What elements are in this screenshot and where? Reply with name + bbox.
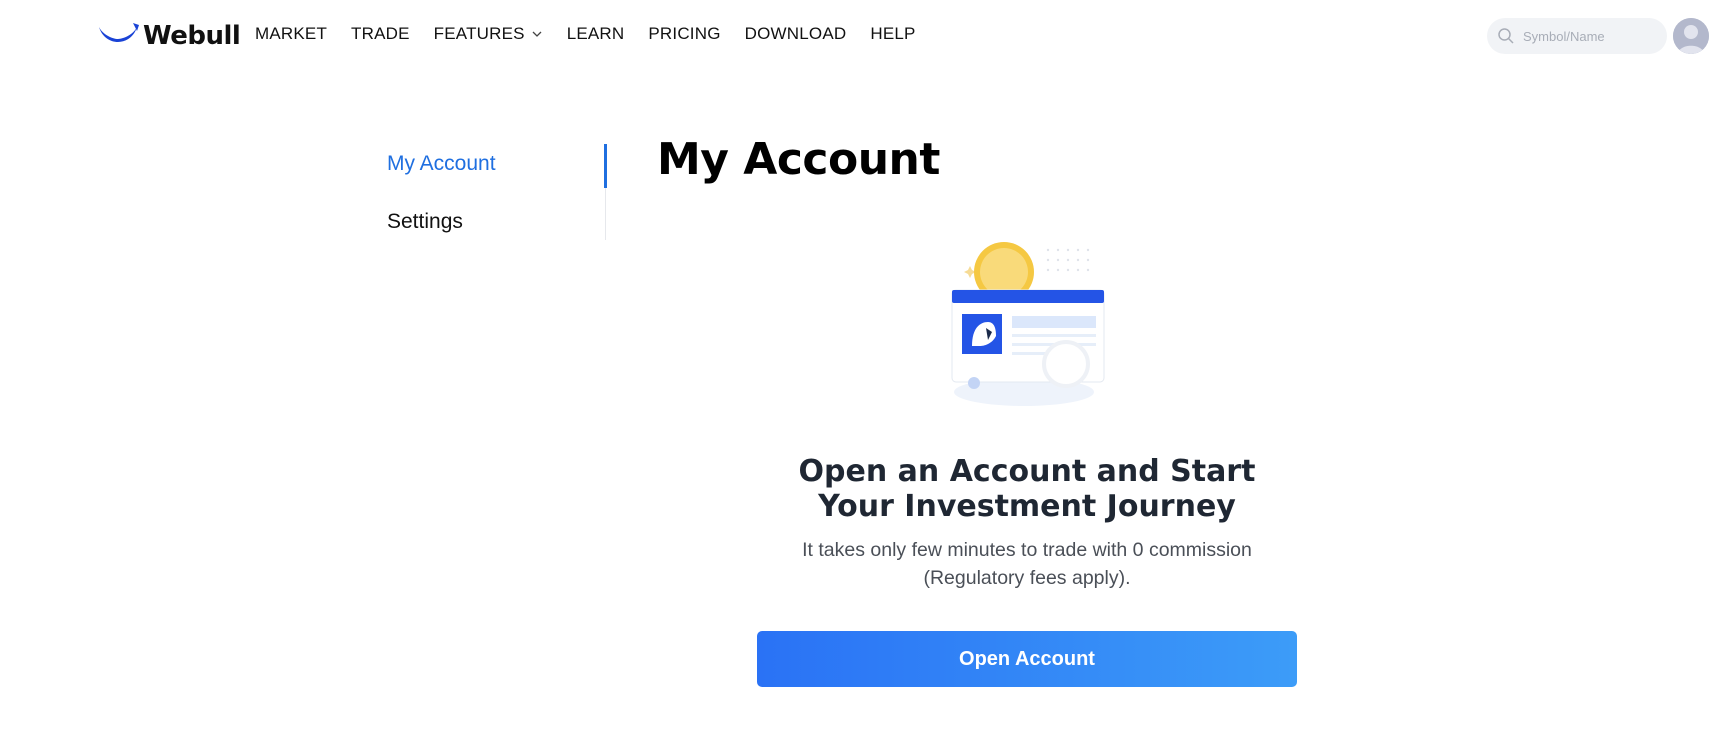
nav-learn[interactable]: LEARN <box>567 24 625 44</box>
search-box[interactable] <box>1487 18 1667 54</box>
top-header: Webull MARKET TRADE FEATURES LEARN PRICI… <box>0 0 1714 72</box>
search-input[interactable] <box>1523 28 1653 44</box>
nav-label: FEATURES <box>433 24 525 43</box>
webull-logo-icon <box>99 23 139 42</box>
open-account-button[interactable]: Open Account <box>757 631 1297 687</box>
user-avatar[interactable] <box>1673 18 1709 54</box>
account-sidebar: My Account Settings <box>387 144 609 240</box>
main-nav: MARKET TRADE FEATURES LEARN PRICING DOWN… <box>255 24 940 44</box>
account-card-illustration <box>951 242 1105 406</box>
nav-market[interactable]: MARKET <box>255 24 327 44</box>
webull-logo[interactable]: Webull <box>97 18 241 54</box>
nav-label: DOWNLOAD <box>744 24 847 43</box>
nav-features[interactable]: FEATURES <box>434 24 543 44</box>
nav-label: PRICING <box>648 24 721 43</box>
nav-label: MARKET <box>255 24 328 43</box>
nav-pricing[interactable]: PRICING <box>648 24 720 44</box>
active-indicator <box>604 144 607 188</box>
nav-trade[interactable]: TRADE <box>351 24 410 44</box>
nav-label: TRADE <box>351 24 410 43</box>
nav-label: LEARN <box>566 24 625 43</box>
sidebar-item-settings[interactable]: Settings <box>387 210 463 234</box>
logo-text: Webull <box>143 21 241 51</box>
nav-download[interactable]: DOWNLOAD <box>745 24 847 44</box>
promo-title: Open an Account and Start Your Investmen… <box>798 454 1256 524</box>
chevron-down-icon <box>532 31 542 37</box>
promo-subtitle: It takes only few minutes to trade with … <box>802 539 1252 589</box>
user-avatar-icon <box>1673 18 1709 54</box>
nav-help[interactable]: HELP <box>870 24 915 44</box>
page-title: My Account <box>657 134 940 185</box>
nav-label: HELP <box>870 24 916 43</box>
search-icon <box>1498 28 1514 44</box>
sidebar-item-my-account[interactable]: My Account <box>387 152 496 176</box>
